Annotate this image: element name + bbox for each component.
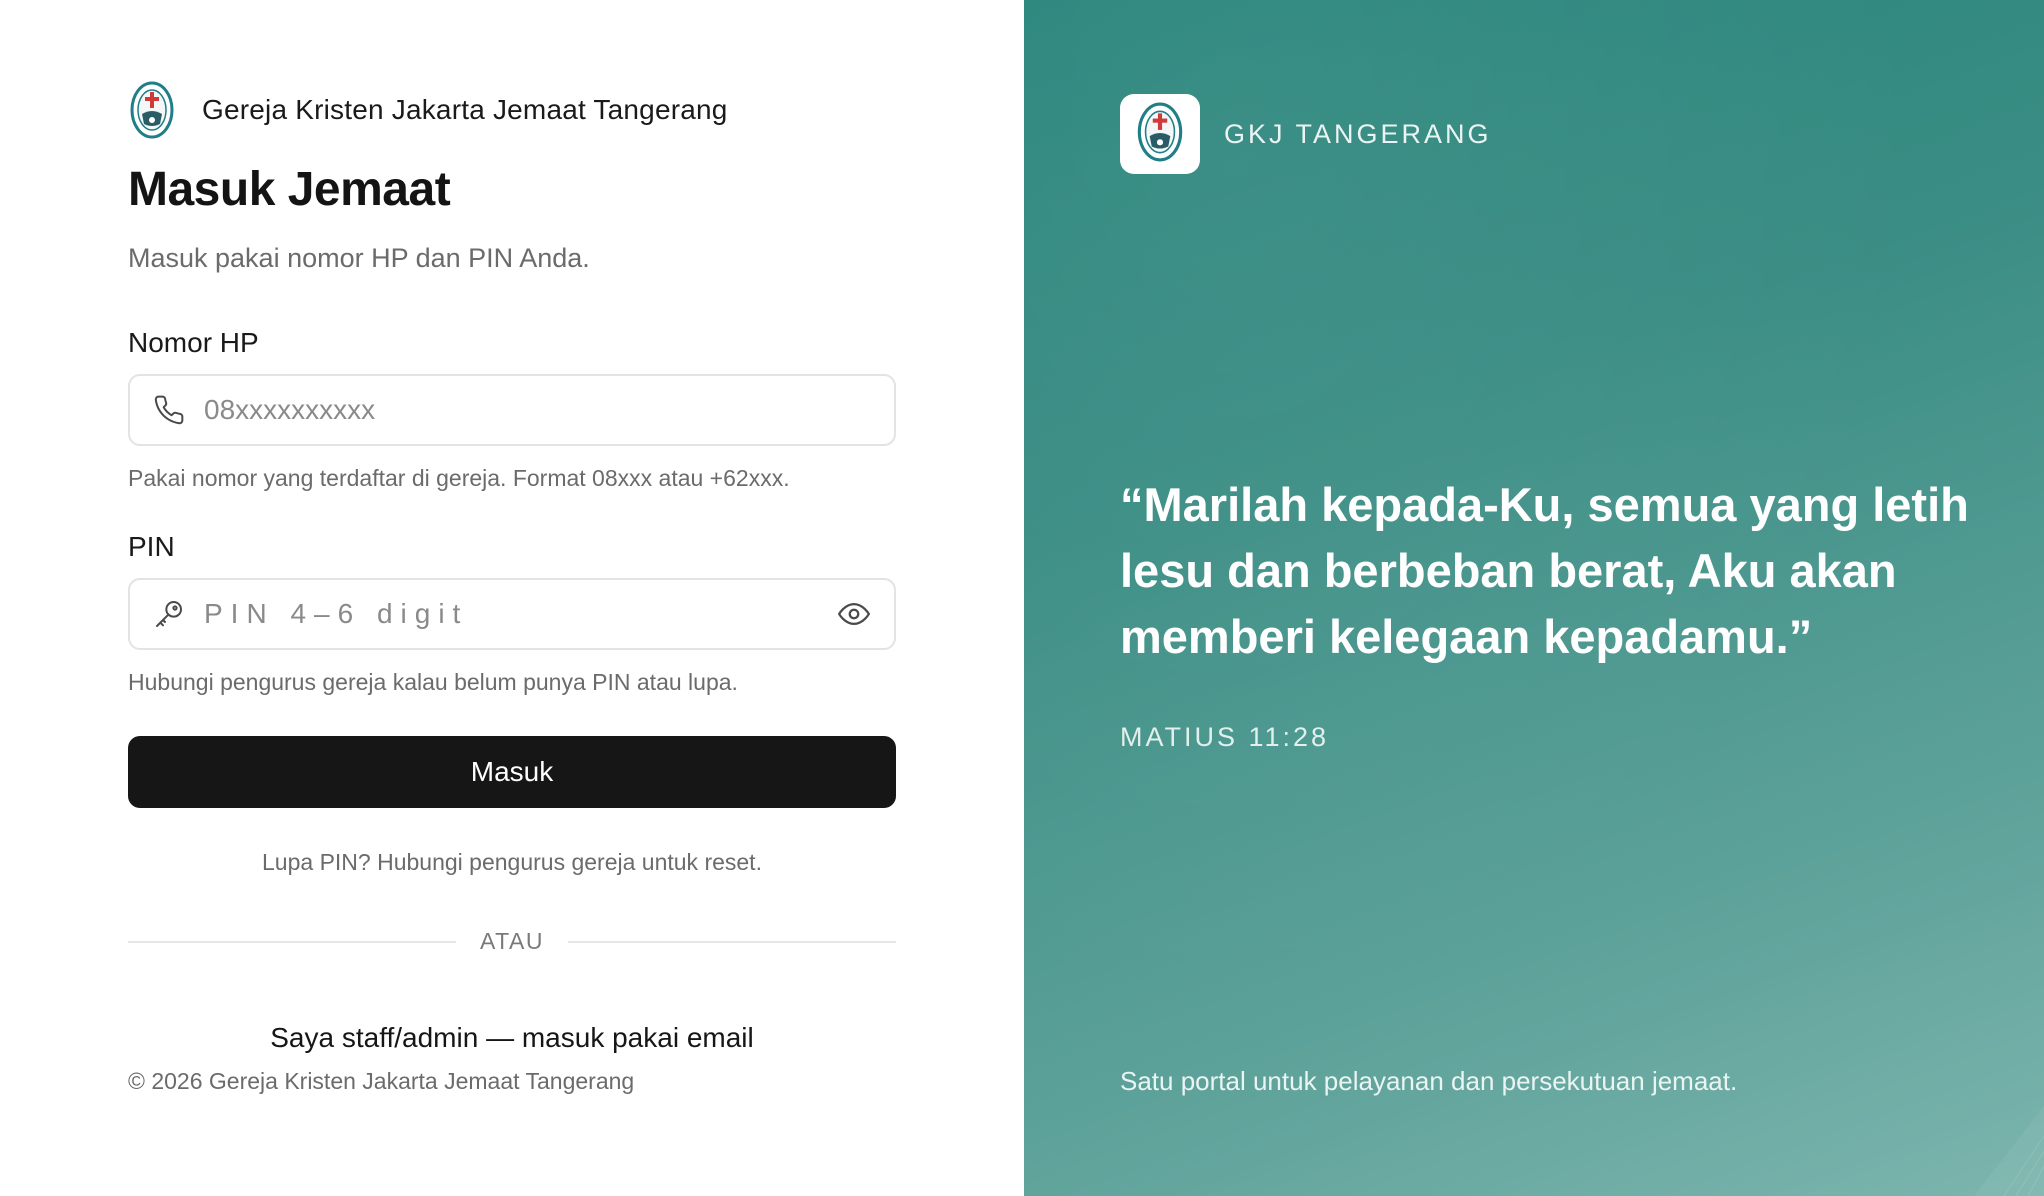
page-subtitle: Masuk pakai nomor HP dan PIN Anda. xyxy=(128,243,590,273)
phone-label: Nomor HP xyxy=(128,327,259,358)
divider-text: ATAU xyxy=(480,928,544,954)
page-title: Masuk Jemaat xyxy=(128,163,451,216)
hero-brand: GKJ TANGERANG xyxy=(1120,94,1492,174)
pin-label: PIN xyxy=(128,531,175,562)
login-panel: Gereja Kristen Jakarta Jemaat Tangerang … xyxy=(0,0,1024,1196)
church-seal-icon xyxy=(128,78,176,142)
divider-line-right xyxy=(567,940,896,943)
church-seal-icon xyxy=(1137,101,1183,168)
phone-input[interactable] xyxy=(204,394,872,426)
phone-input-box[interactable] xyxy=(128,374,896,446)
brand-name: Gereja Kristen Jakarta Jemaat Tangerang xyxy=(202,94,728,125)
divider-line-left xyxy=(128,940,457,943)
pin-input[interactable] xyxy=(204,598,836,630)
login-page: Gereja Kristen Jakarta Jemaat Tangerang … xyxy=(0,0,2044,1196)
pin-hint: Hubungi pengurus gereja kalau belum puny… xyxy=(128,669,738,695)
hero-panel: GKJ TANGERANG “Marilah kepada-Ku, semua … xyxy=(1024,0,2044,1196)
key-icon xyxy=(152,597,186,631)
brand-header: Gereja Kristen Jakarta Jemaat Tangerang xyxy=(128,78,896,142)
submit-button[interactable]: Masuk xyxy=(128,736,896,808)
hero-logo-box xyxy=(1120,94,1200,174)
corner-decoration xyxy=(1974,1106,2044,1196)
forgot-pin-text: Lupa PIN? Hubungi pengurus gereja untuk … xyxy=(262,849,762,875)
login-form-container: Gereja Kristen Jakarta Jemaat Tangerang … xyxy=(128,78,896,1095)
hero-tagline: Satu portal untuk pelayanan dan persekut… xyxy=(1120,1066,1738,1096)
phone-icon xyxy=(152,393,186,427)
eye-icon[interactable] xyxy=(836,596,872,632)
hero-brand-name: GKJ TANGERANG xyxy=(1224,118,1492,149)
staff-login-link[interactable]: Saya staff/admin — masuk pakai email xyxy=(128,1021,896,1055)
or-divider: ATAU xyxy=(128,928,896,955)
phone-hint: Pakai nomor yang terdaftar di gereja. Fo… xyxy=(128,465,790,491)
pin-input-box[interactable] xyxy=(128,578,896,650)
bible-quote: “Marilah kepada-Ku, semua yang letih les… xyxy=(1120,478,1969,663)
quote-reference: MATIUS 11:28 xyxy=(1120,722,1330,752)
copyright: © 2026 Gereja Kristen Jakarta Jemaat Tan… xyxy=(128,1068,635,1094)
